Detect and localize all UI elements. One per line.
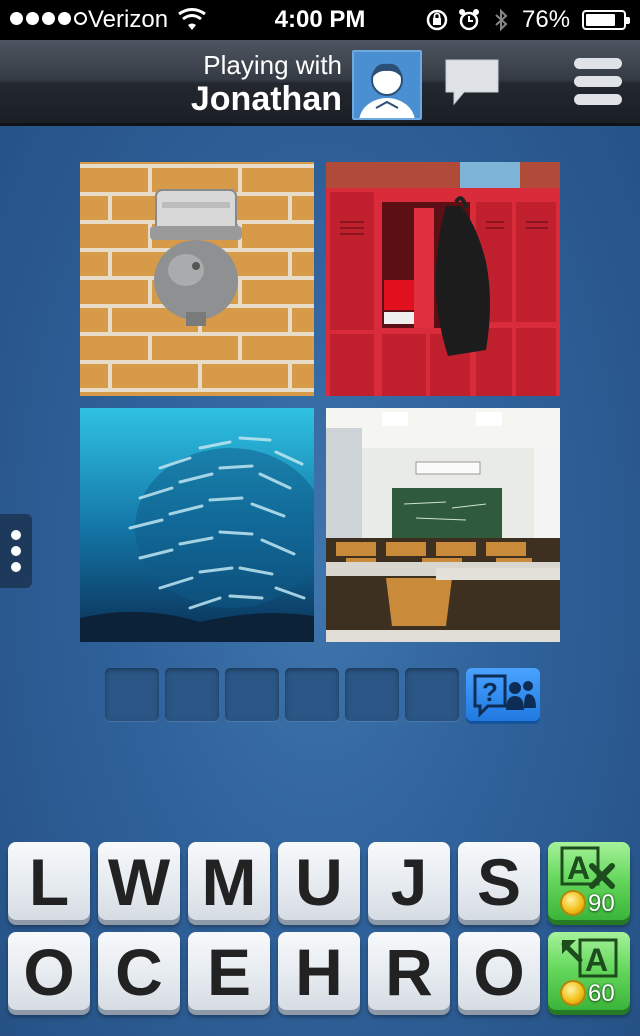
letter-tile[interactable]: E <box>188 932 270 1010</box>
letter-tile[interactable]: C <box>98 932 180 1010</box>
letter-tile[interactable]: L <box>8 842 90 920</box>
puzzle-picture-bell[interactable] <box>80 162 314 396</box>
letter-tile[interactable]: R <box>368 932 450 1010</box>
powerup-cost: 60 <box>588 980 615 1007</box>
coin-icon <box>560 890 586 916</box>
puzzle-picture-classroom[interactable] <box>326 408 560 642</box>
battery-percent: 76% <box>522 6 571 33</box>
reveal-letter-icon: A <box>561 938 618 978</box>
svg-text:?: ? <box>482 677 498 707</box>
answer-slot[interactable] <box>285 668 339 721</box>
user-avatar-icon <box>359 63 415 118</box>
answer-slot[interactable] <box>105 668 159 721</box>
puzzle-picture-fish[interactable] <box>80 408 314 642</box>
answer-slot[interactable] <box>345 668 399 721</box>
remove-letters-button[interactable]: A 90 <box>548 842 630 920</box>
answer-slot[interactable] <box>165 668 219 721</box>
letter-tile[interactable]: U <box>278 842 360 920</box>
reveal-letter-button[interactable]: A 60 <box>548 932 630 1010</box>
side-drawer-handle[interactable] <box>0 514 32 588</box>
alarm-icon <box>459 9 479 31</box>
status-bar: Verizon 4:00 PM 76% <box>0 0 640 40</box>
letter-tile[interactable]: J <box>368 842 450 920</box>
ask-friends-button[interactable]: ? <box>466 668 540 721</box>
powerup-cost: 90 <box>588 890 615 917</box>
bluetooth-icon <box>495 8 508 32</box>
svg-text:A: A <box>567 850 590 886</box>
letter-tile[interactable]: S <box>458 842 540 920</box>
playing-with-label: Playing with <box>203 50 342 80</box>
answer-slot[interactable] <box>225 668 279 721</box>
game-header: Playing with Jonathan <box>0 40 640 126</box>
letter-tile[interactable]: O <box>458 932 540 1010</box>
rotation-lock-icon <box>426 9 448 31</box>
ask-friends-icon: ? <box>473 674 536 718</box>
battery-icon <box>582 10 630 30</box>
answer-slot[interactable] <box>405 668 459 721</box>
letter-tile[interactable]: H <box>278 932 360 1010</box>
puzzle-picture-lockers[interactable] <box>326 162 560 396</box>
letter-tile[interactable]: M <box>188 842 270 920</box>
chat-bubble-icon[interactable] <box>442 56 502 108</box>
hamburger-menu-icon[interactable] <box>574 58 622 108</box>
opponent-avatar[interactable] <box>352 50 422 120</box>
letter-tile[interactable]: O <box>8 932 90 1010</box>
letter-tile[interactable]: W <box>98 842 180 920</box>
opponent-name: Jonathan <box>190 80 342 118</box>
coin-icon <box>560 980 586 1006</box>
svg-text:A: A <box>585 942 608 978</box>
remove-letters-icon: A <box>560 846 615 889</box>
